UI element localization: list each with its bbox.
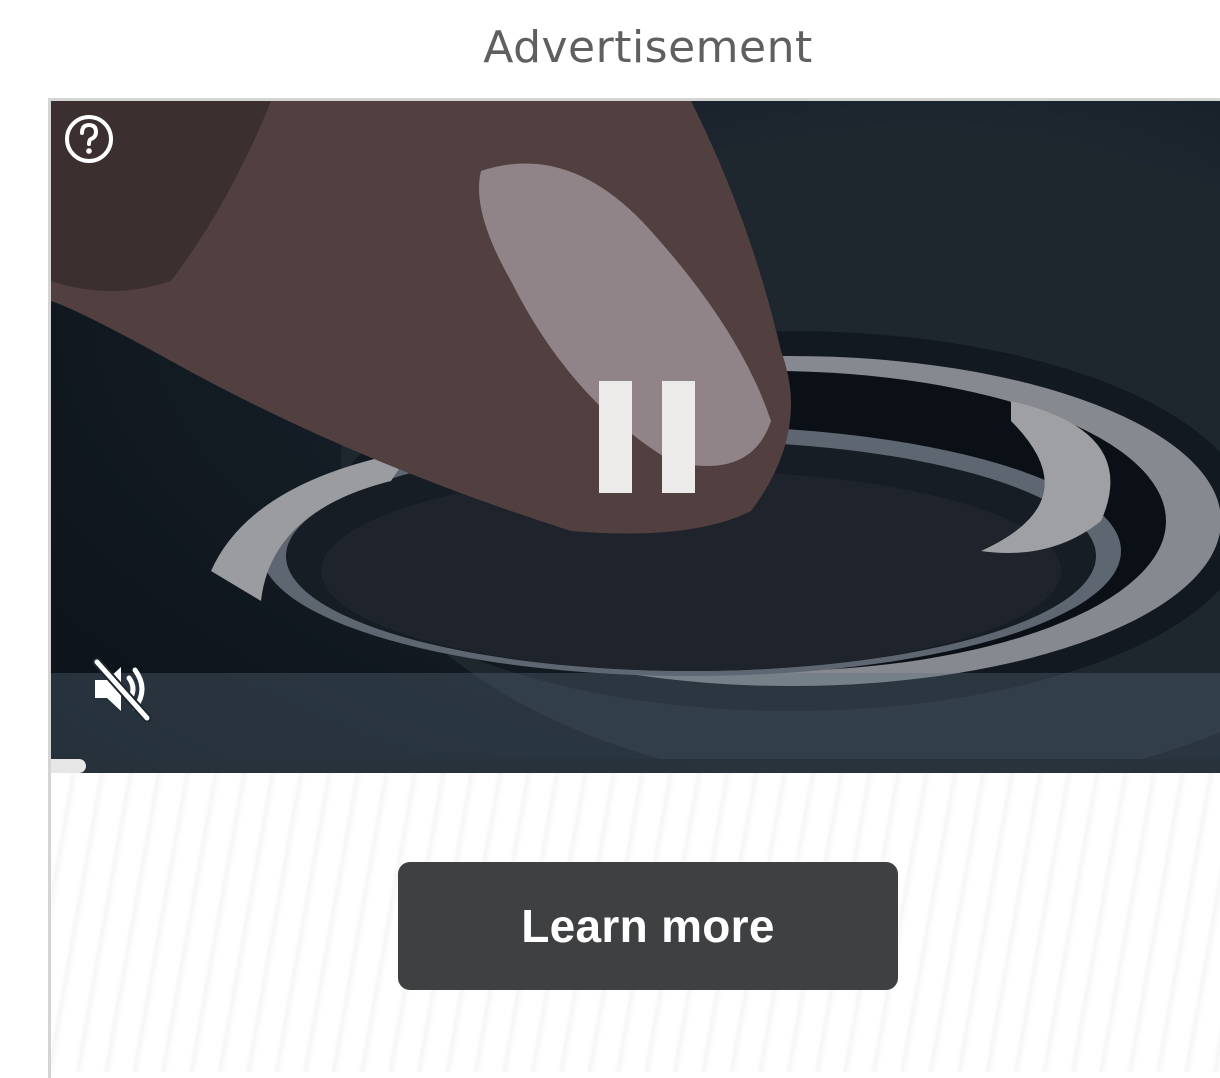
question-circle-icon[interactable] [63, 113, 115, 165]
video-player[interactable] [51, 101, 1220, 773]
pause-icon-bar [662, 381, 695, 493]
pause-button[interactable] [591, 377, 701, 501]
video-progress-fill [51, 759, 87, 773]
learn-more-button[interactable]: Learn more [398, 862, 898, 990]
volume-muted-icon[interactable] [89, 656, 155, 723]
advertisement-label: Advertisement [483, 22, 813, 73]
pause-icon [599, 381, 632, 493]
video-progress-bar[interactable] [51, 759, 1220, 773]
controls-bar [51, 673, 1220, 773]
